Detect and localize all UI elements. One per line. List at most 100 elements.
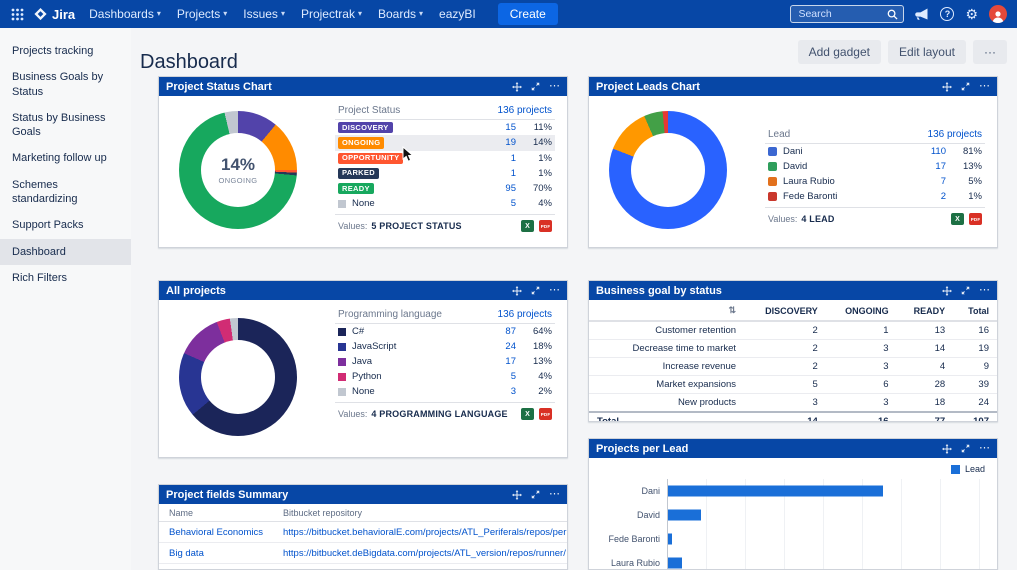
pdf-export-icon[interactable]: PDF bbox=[969, 213, 982, 225]
gadget-header[interactable]: Project fields Summary ⋯ bbox=[159, 485, 567, 504]
programming-language-donut-chart[interactable] bbox=[179, 318, 297, 436]
search-box[interactable] bbox=[790, 5, 905, 23]
move-gadget-icon[interactable] bbox=[512, 81, 522, 92]
excel-export-icon[interactable]: X bbox=[521, 408, 534, 420]
expand-gadget-icon[interactable] bbox=[961, 444, 970, 453]
legend-total-link[interactable]: 136 projects bbox=[928, 129, 982, 140]
sidebar-item-support-packs[interactable]: Support Packs bbox=[0, 212, 131, 238]
sidebar-item-marketing-follow-up[interactable]: Marketing follow up bbox=[0, 145, 131, 171]
project-leads-donut-chart[interactable] bbox=[609, 111, 727, 229]
edit-layout-button[interactable]: Edit layout bbox=[887, 40, 966, 64]
nav-dashboards[interactable]: Dashboards ▾ bbox=[89, 7, 161, 21]
count-link[interactable]: 17 bbox=[482, 356, 516, 367]
legend-total-link[interactable]: 136 projects bbox=[498, 105, 552, 116]
move-gadget-icon[interactable] bbox=[512, 285, 522, 296]
search-input[interactable] bbox=[796, 7, 884, 21]
legend-total-link[interactable]: 136 projects bbox=[498, 309, 552, 320]
column-header[interactable]: READY bbox=[896, 300, 954, 322]
legend-row[interactable]: OPPORTUNITY 1 1% bbox=[335, 151, 555, 166]
gadget-menu-icon[interactable]: ⋯ bbox=[549, 489, 560, 500]
gadget-header[interactable]: Business goal by status ⋯ bbox=[589, 281, 997, 300]
count-link[interactable]: 7 bbox=[912, 176, 946, 187]
legend-row[interactable]: Java 17 13% bbox=[335, 354, 555, 369]
gadget-header[interactable]: Projects per Lead ⋯ bbox=[589, 439, 997, 458]
count-link[interactable]: 1 bbox=[482, 168, 516, 179]
excel-export-icon[interactable]: X bbox=[951, 213, 964, 225]
repo-link[interactable]: https://bitbucket.deBigdata.com/projects… bbox=[273, 542, 567, 564]
legend-row[interactable]: David 17 13% bbox=[765, 159, 985, 174]
project-status-donut-chart[interactable]: 14% ONGOING bbox=[179, 111, 297, 229]
column-header[interactable]: Total bbox=[953, 300, 997, 322]
app-switcher-icon[interactable] bbox=[10, 7, 25, 22]
legend-row[interactable]: None 5 4% bbox=[335, 196, 555, 211]
expand-gadget-icon[interactable] bbox=[961, 82, 970, 91]
count-link[interactable]: 2 bbox=[912, 191, 946, 202]
repo-link[interactable]: https://bitbucket.shopapp.com/projects/A… bbox=[273, 563, 567, 569]
nav-boards[interactable]: Boards ▾ bbox=[378, 7, 423, 21]
announcement-icon[interactable] bbox=[915, 8, 929, 20]
count-link[interactable]: 3 bbox=[482, 386, 516, 397]
gadget-header[interactable]: Project Leads Chart ⋯ bbox=[589, 77, 997, 96]
expand-gadget-icon[interactable] bbox=[531, 286, 540, 295]
nav-issues[interactable]: Issues ▾ bbox=[243, 7, 285, 21]
nav-projectrak[interactable]: Projectrak ▾ bbox=[301, 7, 362, 21]
more-actions-button[interactable]: ··· bbox=[973, 40, 1007, 64]
legend-row[interactable]: ONGOING 19 14% bbox=[335, 135, 555, 151]
expand-gadget-icon[interactable] bbox=[961, 286, 970, 295]
column-header[interactable]: DISCOVERY bbox=[744, 300, 826, 322]
bar[interactable] bbox=[668, 509, 702, 521]
gear-icon[interactable]: ⚙ bbox=[965, 7, 978, 21]
repo-link[interactable]: https://bitbucket.behavioralE.com/projec… bbox=[273, 521, 567, 543]
legend-row[interactable]: PARKED 1 1% bbox=[335, 166, 555, 181]
legend-row[interactable]: Laura Rubio 7 5% bbox=[765, 174, 985, 189]
sidebar-item-status-by-business-goals[interactable]: Status by Business Goals bbox=[0, 105, 131, 146]
gadget-menu-icon[interactable]: ⋯ bbox=[979, 285, 990, 296]
expand-gadget-icon[interactable] bbox=[531, 82, 540, 91]
legend-row[interactable]: C# 87 64% bbox=[335, 324, 555, 339]
sidebar-item-projects-tracking[interactable]: Projects tracking bbox=[0, 38, 131, 64]
sidebar-item-dashboard[interactable]: Dashboard bbox=[0, 238, 131, 265]
bar[interactable] bbox=[668, 557, 682, 569]
legend-row[interactable]: None 3 2% bbox=[335, 384, 555, 399]
legend-row[interactable]: Dani 110 81% bbox=[765, 144, 985, 159]
move-gadget-icon[interactable] bbox=[942, 443, 952, 454]
project-name-link[interactable]: Big data bbox=[159, 542, 273, 564]
expand-gadget-icon[interactable] bbox=[531, 490, 540, 499]
move-gadget-icon[interactable] bbox=[942, 285, 952, 296]
legend-row[interactable]: Fede Baronti 2 1% bbox=[765, 189, 985, 204]
column-header[interactable]: Bitbucket repository bbox=[273, 504, 567, 522]
user-avatar[interactable] bbox=[989, 5, 1007, 23]
legend-row[interactable]: JavaScript 24 18% bbox=[335, 339, 555, 354]
gadget-menu-icon[interactable]: ⋯ bbox=[979, 81, 990, 92]
column-header[interactable]: Name bbox=[159, 504, 273, 522]
move-gadget-icon[interactable] bbox=[942, 81, 952, 92]
count-link[interactable]: 110 bbox=[912, 146, 946, 157]
sidebar-item-schemes-standardizing[interactable]: Schemes standardizing bbox=[0, 172, 131, 213]
count-link[interactable]: 19 bbox=[482, 137, 516, 148]
count-link[interactable]: 1 bbox=[482, 153, 516, 164]
nav-eazybi[interactable]: eazyBI bbox=[439, 7, 476, 21]
count-link[interactable]: 17 bbox=[912, 161, 946, 172]
count-link[interactable]: 15 bbox=[482, 122, 516, 133]
sidebar-item-business-goals-by-status[interactable]: Business Goals by Status bbox=[0, 64, 131, 105]
excel-export-icon[interactable]: X bbox=[521, 220, 534, 233]
project-name-link[interactable]: Bio Shop App bbox=[159, 563, 273, 569]
help-icon[interactable]: ? bbox=[940, 7, 955, 21]
count-link[interactable]: 5 bbox=[482, 198, 516, 209]
count-link[interactable]: 95 bbox=[482, 183, 516, 194]
sidebar-item-rich-filters[interactable]: Rich Filters bbox=[0, 265, 131, 291]
legend-row[interactable]: DISCOVERY 15 11% bbox=[335, 120, 555, 135]
sort-icon[interactable]: ⇅ bbox=[728, 305, 736, 315]
gadget-header[interactable]: Project Status Chart ⋯ bbox=[159, 77, 567, 96]
bar[interactable] bbox=[668, 485, 884, 497]
pdf-export-icon[interactable]: PDF bbox=[539, 408, 552, 420]
legend-row[interactable]: Python 5 4% bbox=[335, 369, 555, 384]
gadget-header[interactable]: All projects ⋯ bbox=[159, 281, 567, 300]
project-name-link[interactable]: Behavioral Economics bbox=[159, 521, 273, 543]
count-link[interactable]: 24 bbox=[482, 341, 516, 352]
nav-projects[interactable]: Projects ▾ bbox=[177, 7, 227, 21]
gadget-menu-icon[interactable]: ⋯ bbox=[979, 443, 990, 454]
legend-row[interactable]: READY 95 70% bbox=[335, 181, 555, 196]
count-link[interactable]: 87 bbox=[482, 326, 516, 337]
jira-logo[interactable]: Jira bbox=[33, 7, 75, 22]
